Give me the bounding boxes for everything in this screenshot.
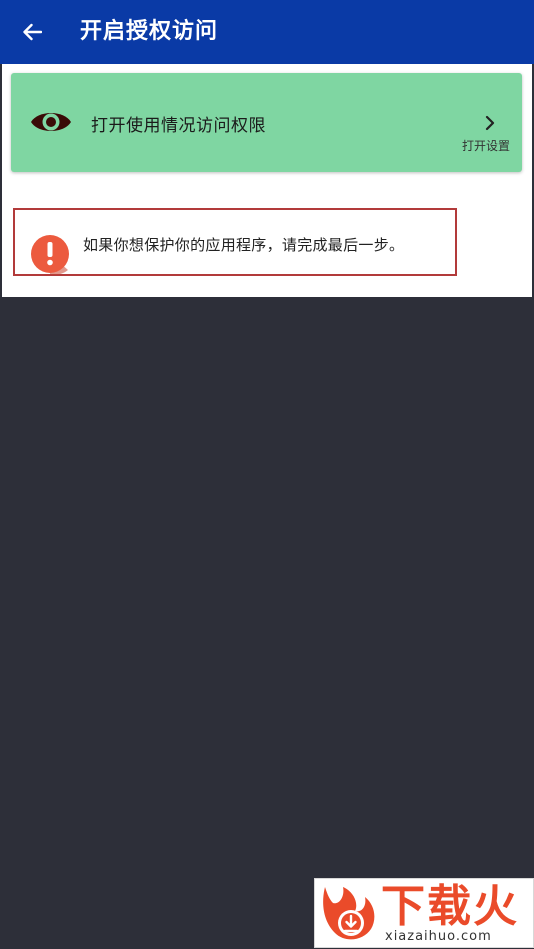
warning-text: 如果你想保护你的应用程序，请完成最后一步。 bbox=[83, 236, 405, 254]
alert-exclamation-icon bbox=[31, 235, 69, 275]
back-button[interactable] bbox=[14, 14, 50, 50]
watermark-url: xiazaihuo.com bbox=[385, 929, 492, 944]
usage-access-permission-card[interactable]: 打开使用情况访问权限 打开设置 bbox=[11, 73, 522, 172]
page-title: 开启授权访问 bbox=[80, 19, 219, 44]
warning-box: 如果你想保护你的应用程序，请完成最后一步。 bbox=[13, 208, 457, 276]
fire-download-logo bbox=[323, 887, 375, 940]
chevron-right-icon bbox=[485, 115, 495, 131]
permission-label: 打开使用情况访问权限 bbox=[91, 116, 266, 136]
open-settings-label: 打开设置 bbox=[461, 139, 510, 153]
watermark: 下载火 xiazaihuo.com bbox=[314, 878, 534, 948]
arrow-back-icon bbox=[23, 23, 42, 41]
watermark-title: 下载火 bbox=[381, 881, 519, 932]
eye-icon bbox=[31, 113, 71, 131]
content-panel: 打开使用情况访问权限 打开设置 如果你想保护你的应用程序，请完成最后一步。 bbox=[2, 64, 532, 297]
app-bar: 开启授权访问 bbox=[0, 0, 534, 64]
